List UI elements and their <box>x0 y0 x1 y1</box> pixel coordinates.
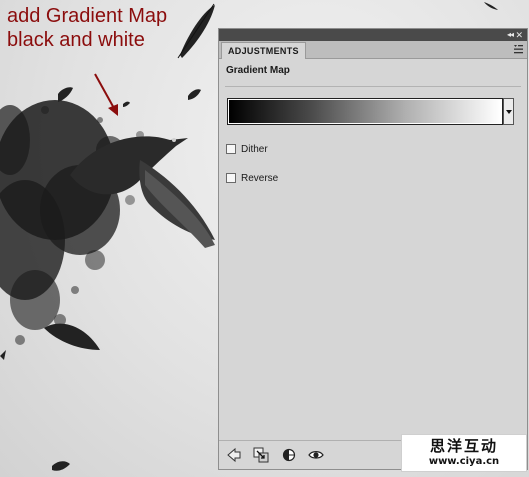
watermark-chinese: 思洋互动 <box>429 437 498 455</box>
dither-option[interactable]: Dither <box>226 142 268 156</box>
visibility-eye-icon[interactable] <box>308 447 324 463</box>
dither-checkbox[interactable] <box>226 144 236 154</box>
divider <box>225 86 521 87</box>
dropdown-arrow-icon <box>506 110 512 114</box>
panel-title-bar[interactable]: ◂◂ ✕ <box>219 29 527 41</box>
annotation-arrow <box>94 73 118 116</box>
collapse-panel-icon[interactable]: ◂◂ <box>507 29 514 41</box>
clip-to-layer-icon[interactable] <box>253 447 269 463</box>
gradient-preview[interactable] <box>227 98 503 125</box>
panel-tab-strip: ADJUSTMENTS <box>219 41 527 59</box>
watermark-url: www.ciya.cn <box>428 456 500 467</box>
previous-state-icon[interactable] <box>281 447 297 463</box>
panel-menu-icon[interactable] <box>513 44 523 54</box>
back-arrow-icon[interactable] <box>226 447 242 463</box>
tab-adjustments[interactable]: ADJUSTMENTS <box>221 42 306 59</box>
gradient-dropdown-button[interactable] <box>503 98 514 125</box>
adjustment-title: Gradient Map <box>226 65 290 76</box>
tutorial-annotation: add Gradient Map black and white <box>7 5 168 51</box>
gradient-ramp <box>229 100 501 123</box>
close-panel-icon[interactable]: ✕ <box>515 29 523 41</box>
site-watermark: 思洋互动 www.ciya.cn <box>401 434 527 472</box>
reverse-label: Reverse <box>241 172 279 184</box>
reverse-option[interactable]: Reverse <box>226 171 278 185</box>
dispersion-particles <box>0 100 144 345</box>
dither-label: Dither <box>241 143 268 155</box>
reverse-checkbox[interactable] <box>226 173 236 183</box>
adjustments-panel: ◂◂ ✕ ADJUSTMENTS Gradient Map Dither Rev… <box>218 28 528 470</box>
